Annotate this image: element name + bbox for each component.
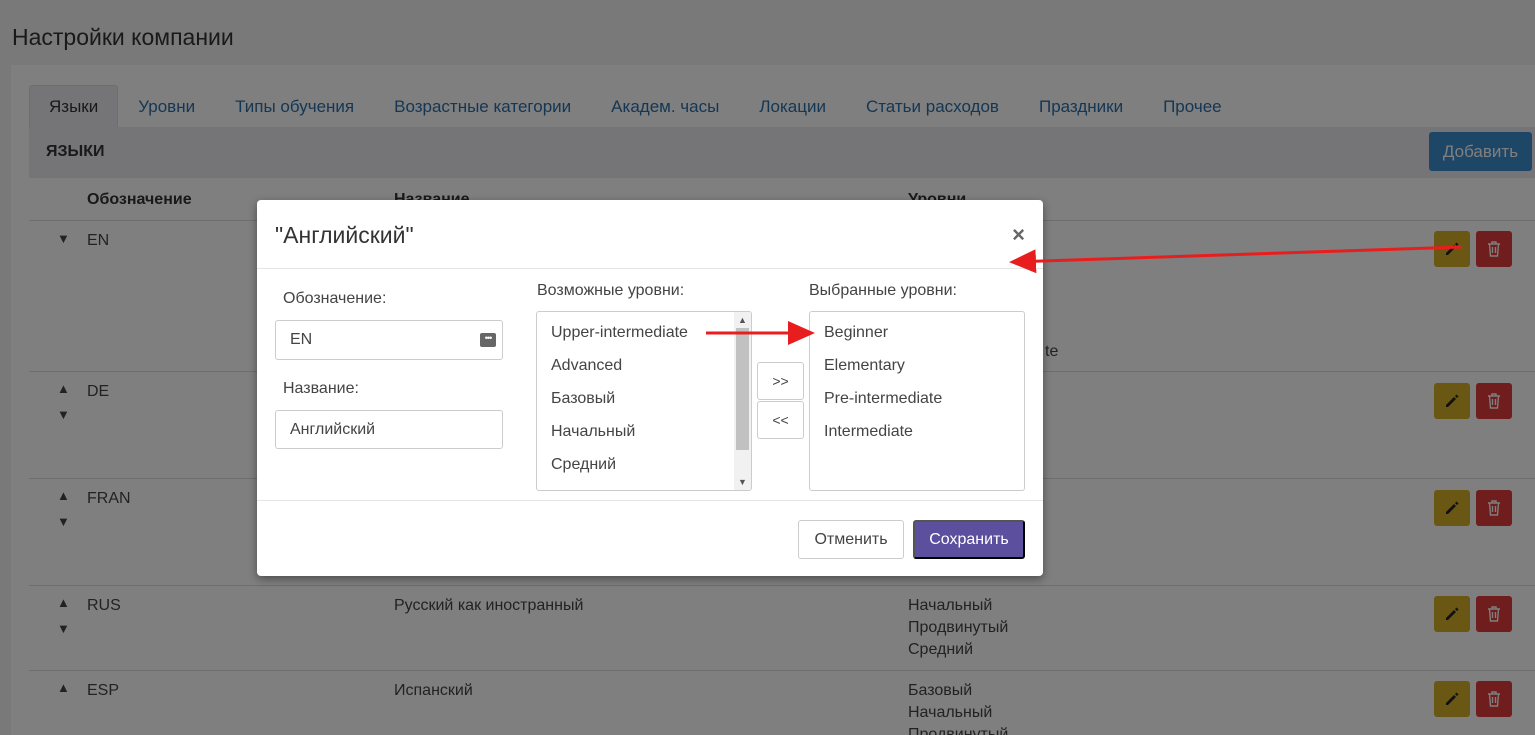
annotation-arrows [706,245,1463,345]
annotation-arrow-edit [1009,245,1463,274]
